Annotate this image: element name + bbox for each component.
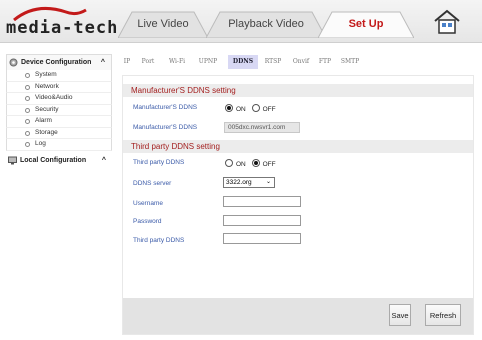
subtab-port[interactable]: Port [138, 55, 158, 69]
ddns-server-label: DDNS server [133, 180, 172, 187]
sidebar-item-label: Storage [35, 128, 58, 136]
sidebar-item-security[interactable]: Security [6, 104, 112, 116]
third-party-ddns-section-title: Third party DDNS setting [123, 140, 473, 153]
chevron-down-icon: ⌄ [265, 179, 271, 185]
password-label: Password [133, 218, 162, 225]
bullet-icon [25, 130, 30, 136]
manufacturer-ddns-on-radio[interactable] [225, 104, 233, 112]
local-configuration-label: Local Configuration [20, 156, 87, 164]
subtab-ddns[interactable]: DDNS [228, 55, 258, 69]
third-party-ddns-off-radio[interactable] [251, 159, 260, 167]
device-configuration-caret-icon: ^ [100, 59, 105, 66]
manufacturer-ddns-address-label: Manufacturer'S DDNS [133, 124, 198, 131]
tab-set-up[interactable]: Set Up [318, 10, 414, 38]
ddns-server-value: 3322.org [226, 179, 252, 186]
username-field[interactable] [223, 196, 301, 207]
subtab-smtp[interactable]: SMTP [338, 55, 362, 69]
bullet-icon [25, 142, 30, 147]
local-configuration-menu[interactable]: Local Configuration ^ [6, 153, 112, 168]
manufacturer-ddns-off-radio[interactable] [251, 104, 260, 112]
third-party-ddns-on-radio[interactable] [225, 159, 233, 167]
tab-playback-video[interactable]: Playback Video [206, 10, 326, 38]
tab-playback-video-label: Playback Video [228, 18, 304, 30]
sidebar-item-storage[interactable]: Storage [6, 127, 112, 139]
ddns-server-select[interactable]: 3322.org ⌄ [223, 177, 275, 188]
home-icon[interactable] [432, 8, 462, 36]
sidebar-item-log[interactable]: Log [6, 139, 112, 151]
ddns-settings-panel: Manufacturer'S DDNS setting Manufacturer… [122, 75, 474, 335]
save-button[interactable]: Save [389, 304, 411, 326]
subtab-rtsp[interactable]: RTSP [262, 55, 284, 69]
sidebar-item-system[interactable]: System [6, 70, 112, 82]
device-configuration-menu[interactable]: Device Configuration ^ [6, 54, 112, 70]
subtab-ip[interactable]: IP [122, 55, 132, 69]
manufacturer-ddns-toggle: ON OFF [225, 104, 276, 113]
settings-sidebar: Device Configuration ^ System Network Vi… [6, 54, 112, 168]
brand-logo: media-tech [6, 4, 119, 38]
manufacturer-ddns-label: Manufacturer'S DDNS [133, 104, 198, 111]
sidebar-item-network[interactable]: Network [6, 81, 112, 93]
local-computer-icon [8, 156, 17, 164]
sidebar-item-alarm[interactable]: Alarm [6, 116, 112, 128]
third-party-ddns-toggle: ON OFF [225, 159, 276, 168]
action-bar: Save Refresh [123, 298, 473, 334]
subtab-wifi[interactable]: Wi-Fi [166, 55, 188, 69]
manufacturer-ddns-on-label: ON [236, 106, 246, 113]
sidebar-item-label: Network [35, 82, 59, 90]
manufacturer-ddns-off-label: OFF [262, 106, 276, 113]
subtab-upnp[interactable]: UPNP [196, 55, 220, 69]
bullet-icon [25, 119, 30, 124]
manufacturer-ddns-section-title: Manufacturer'S DDNS setting [123, 84, 473, 97]
sidebar-item-label: Log [35, 140, 46, 147]
sidebar-item-label: System [35, 71, 57, 78]
bullet-icon [25, 107, 30, 113]
username-label: Username [133, 200, 163, 207]
sidebar-item-label: Video&Audio [35, 94, 73, 101]
local-configuration-caret-icon: ^ [101, 156, 106, 164]
device-gear-icon [9, 58, 18, 67]
refresh-button[interactable]: Refresh [425, 304, 461, 326]
bullet-icon [25, 96, 30, 101]
subtab-ftp[interactable]: FTP [316, 55, 334, 69]
sidebar-item-label: Security [35, 105, 59, 113]
third-party-ddns-address-label: Third party DDNS [133, 237, 185, 244]
sidebar-item-label: Alarm [35, 117, 52, 124]
brand-name: media-tech [6, 18, 119, 38]
tab-live-video[interactable]: Live Video [118, 10, 208, 38]
subtab-onvif[interactable]: Onvif [290, 55, 312, 69]
password-field[interactable] [223, 215, 301, 226]
manufacturer-ddns-address-field[interactable]: 005dxc.nwsvr1.com [224, 122, 300, 133]
third-party-ddns-on-label: ON [236, 161, 246, 168]
third-party-ddns-off-label: OFF [262, 161, 276, 168]
sidebar-item-video-audio[interactable]: Video&Audio [6, 93, 112, 105]
third-party-ddns-address-field[interactable] [223, 233, 301, 244]
third-party-ddns-label: Third party DDNS [133, 159, 185, 166]
tab-set-up-label: Set Up [348, 18, 384, 30]
tab-live-video-label: Live Video [137, 18, 189, 30]
bullet-icon [25, 73, 30, 78]
device-configuration-label: Device Configuration [21, 59, 92, 66]
bullet-icon [25, 84, 30, 90]
top-header: media-tech Live Video Playback Video Set… [0, 0, 482, 43]
